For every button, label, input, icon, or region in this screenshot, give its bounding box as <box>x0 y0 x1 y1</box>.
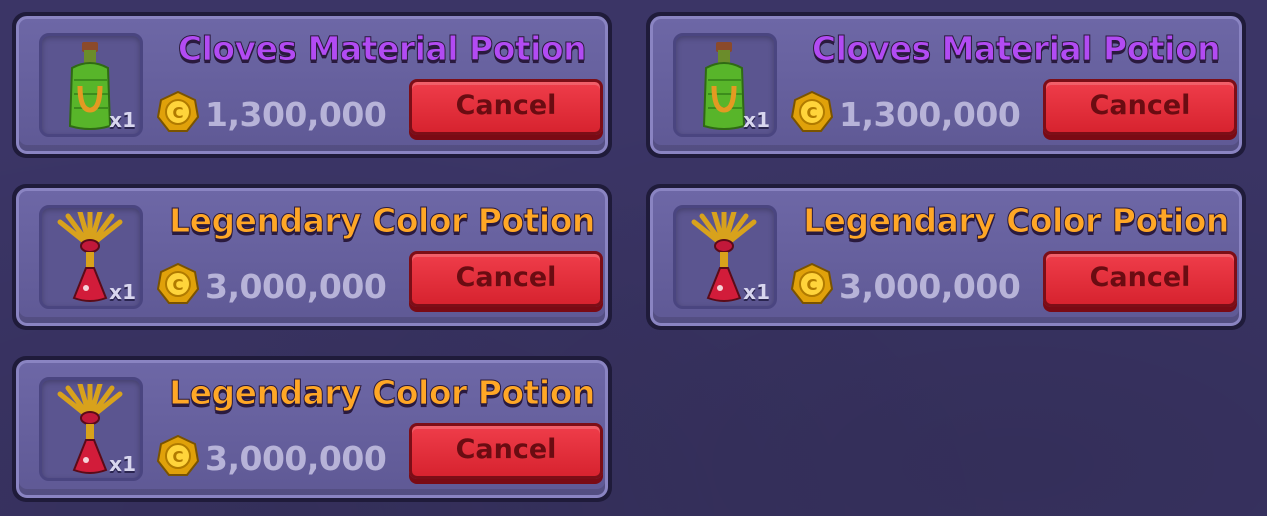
item-slot[interactable]: x1 <box>39 377 143 481</box>
cancel-button[interactable]: Cancel <box>409 79 603 135</box>
cancel-button[interactable]: Cancel <box>1043 251 1237 307</box>
price-value: 3,000,000 <box>839 267 1021 306</box>
item-title: Legendary Color Potion <box>803 201 1230 241</box>
listing-panel: x1 Legendary Color Potion C 3,000,000 Ca… <box>16 188 608 326</box>
item-title: Legendary Color Potion <box>169 373 596 413</box>
svg-text:C: C <box>806 276 817 294</box>
price-value: 3,000,000 <box>205 439 387 478</box>
item-title: Cloves Material Potion <box>177 29 587 69</box>
listing-panel: x1 Cloves Material Potion C 1,300,000 Ca… <box>16 16 608 154</box>
gold-coin-icon: C <box>791 263 833 304</box>
price-value: 1,300,000 <box>839 95 1021 134</box>
quantity-label: x1 <box>743 108 770 132</box>
svg-text:C: C <box>806 104 817 122</box>
listing-panel: x1 Legendary Color Potion C 3,000,000 Ca… <box>650 188 1242 326</box>
listing-card: x1 Cloves Material Potion C 1,300,000 Ca… <box>646 12 1246 158</box>
listing-panel: x1 Cloves Material Potion C 1,300,000 Ca… <box>650 16 1242 154</box>
svg-text:C: C <box>172 448 183 466</box>
cancel-button[interactable]: Cancel <box>1043 79 1237 135</box>
gold-coin-icon: C <box>157 435 199 476</box>
item-slot[interactable]: x1 <box>39 205 143 309</box>
item-slot[interactable]: x1 <box>673 33 777 137</box>
item-slot[interactable]: x1 <box>673 205 777 309</box>
listing-card: x1 Legendary Color Potion C 3,000,000 Ca… <box>646 184 1246 330</box>
item-title: Legendary Color Potion <box>169 201 596 241</box>
price-value: 3,000,000 <box>205 267 387 306</box>
gold-coin-icon: C <box>157 263 199 304</box>
listing-card: x1 Cloves Material Potion C 1,300,000 Ca… <box>12 12 612 158</box>
gold-coin-icon: C <box>791 91 833 132</box>
item-slot[interactable]: x1 <box>39 33 143 137</box>
listing-panel: x1 Legendary Color Potion C 3,000,000 Ca… <box>16 360 608 498</box>
svg-text:C: C <box>172 276 183 294</box>
quantity-label: x1 <box>109 280 136 304</box>
item-title: Cloves Material Potion <box>811 29 1221 69</box>
cancel-button[interactable]: Cancel <box>409 251 603 307</box>
gold-coin-icon: C <box>157 91 199 132</box>
svg-text:C: C <box>172 104 183 122</box>
quantity-label: x1 <box>109 452 136 476</box>
quantity-label: x1 <box>109 108 136 132</box>
quantity-label: x1 <box>743 280 770 304</box>
listing-card: x1 Legendary Color Potion C 3,000,000 Ca… <box>12 184 612 330</box>
cancel-button[interactable]: Cancel <box>409 423 603 479</box>
listing-card: x1 Legendary Color Potion C 3,000,000 Ca… <box>12 356 612 502</box>
price-value: 1,300,000 <box>205 95 387 134</box>
